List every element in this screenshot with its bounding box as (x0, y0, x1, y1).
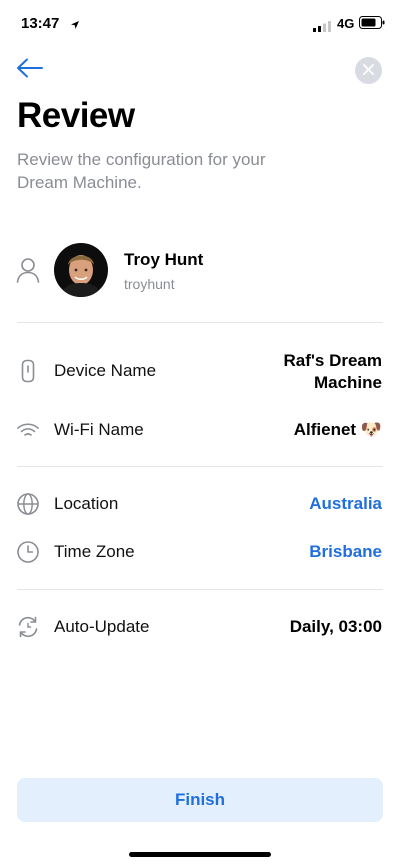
divider (17, 589, 383, 590)
status-time: 13:47 (21, 15, 60, 32)
wifi-name-text: Alfienet (293, 420, 357, 439)
battery-icon (359, 16, 385, 34)
wifi-name-label: Wi-Fi Name (54, 420, 144, 439)
auto-update-value: Daily, 03:00 (289, 617, 382, 636)
device-name-value: Raf's Dream Machine (283, 351, 382, 392)
time-zone-label: Time Zone (54, 542, 135, 561)
page-title: Review (17, 96, 135, 135)
user-name: Troy Hunt (124, 250, 204, 269)
arrow-left-icon (16, 58, 44, 83)
location-arrow-icon (70, 17, 80, 35)
back-button[interactable] (14, 58, 46, 82)
home-indicator (129, 852, 271, 857)
device-name-label: Device Name (54, 361, 157, 380)
close-icon (363, 62, 374, 80)
signal-icon (313, 19, 333, 37)
finish-button[interactable]: Finish (17, 778, 383, 822)
auto-update-icon (16, 615, 40, 644)
location-label: Location (54, 494, 119, 513)
globe-icon (16, 492, 40, 521)
time-zone-value[interactable]: Brisbane (309, 542, 382, 562)
divider (17, 322, 383, 323)
user-handle: troyhunt (124, 276, 175, 292)
dog-emoji: 🐶 (360, 420, 382, 439)
avatar (54, 243, 108, 297)
user-icon (16, 257, 40, 288)
page-subtitle: Review the configuration for your Dream … (17, 150, 266, 192)
wifi-icon (16, 421, 40, 446)
close-button[interactable] (355, 57, 382, 84)
device-icon (16, 359, 40, 388)
divider (17, 466, 383, 467)
wifi-name-value: Alfienet 🐶 (294, 420, 382, 440)
clock-icon (16, 540, 40, 569)
auto-update-label: Auto-Update (54, 617, 150, 636)
location-value[interactable]: Australia (309, 494, 382, 514)
network-type: 4G (337, 16, 355, 31)
